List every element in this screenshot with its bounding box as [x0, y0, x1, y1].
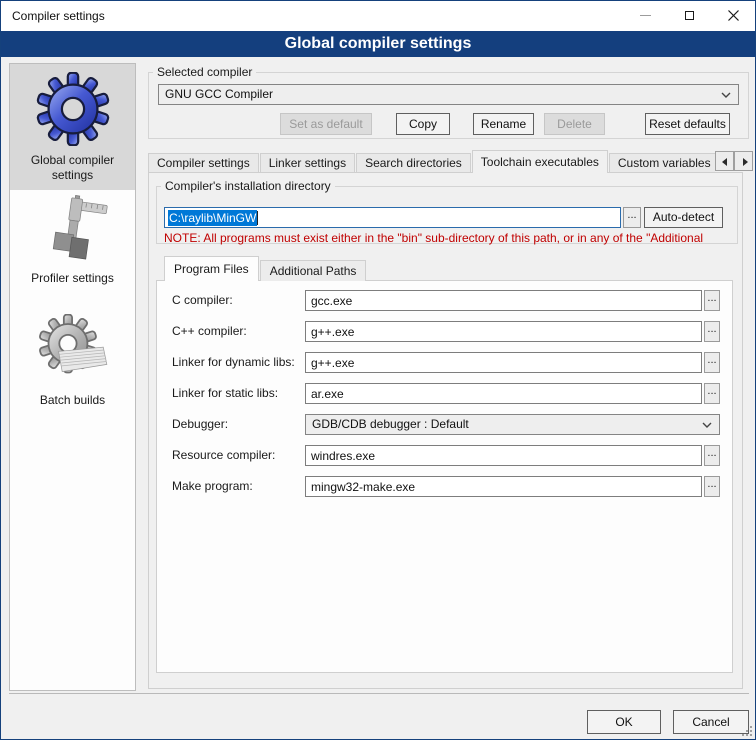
- sidebar-item-global-compiler-settings[interactable]: Global compiler settings: [10, 64, 135, 190]
- copy-button[interactable]: Copy: [396, 113, 450, 135]
- minimize-button[interactable]: [623, 1, 667, 30]
- cpp-compiler-input[interactable]: [305, 321, 702, 342]
- set-as-default-button[interactable]: Set as default: [280, 113, 372, 135]
- caliper-icon: [10, 190, 135, 269]
- c-compiler-browse-button[interactable]: ...: [704, 290, 720, 311]
- debugger-select-value: GDB/CDB debugger : Default: [312, 417, 469, 431]
- compiler-select[interactable]: GNU GCC Compiler: [158, 84, 739, 105]
- resource-compiler-input[interactable]: [305, 445, 702, 466]
- chevron-down-icon: [721, 92, 731, 98]
- sidebar-item-label: Profiler settings: [10, 269, 135, 292]
- tab-scroll-right-button[interactable]: [734, 151, 753, 171]
- installation-directory-label: Compiler's installation directory: [161, 179, 335, 193]
- close-icon: [728, 10, 739, 21]
- linker-dynamic-browse-button[interactable]: ...: [704, 352, 720, 373]
- tab-program-files[interactable]: Program Files: [164, 256, 259, 281]
- make-program-label: Make program:: [172, 476, 312, 497]
- resource-compiler-label: Resource compiler:: [172, 445, 312, 466]
- cpp-compiler-browse-button[interactable]: ...: [704, 321, 720, 342]
- program-files-panel: C compiler: ... C++ compiler: ... Linker…: [156, 280, 733, 673]
- debugger-select[interactable]: GDB/CDB debugger : Default: [305, 414, 720, 435]
- c-compiler-input[interactable]: [305, 290, 702, 311]
- arrow-left-icon: [722, 158, 727, 166]
- sidebar-item-label: Batch builds: [10, 391, 135, 414]
- tab-toolchain-executables[interactable]: Toolchain executables: [472, 150, 608, 173]
- tab-additional-paths[interactable]: Additional Paths: [260, 260, 367, 281]
- cancel-button[interactable]: Cancel: [673, 710, 749, 734]
- compiler-tabs: Compiler settings Linker settings Search…: [148, 150, 715, 173]
- ok-button[interactable]: OK: [587, 710, 661, 734]
- tab-compiler-settings[interactable]: Compiler settings: [148, 153, 259, 173]
- installation-path-value: C:\raylib\MinGW: [168, 210, 257, 226]
- tab-scroll-left-button[interactable]: [715, 151, 734, 171]
- installation-browse-button[interactable]: ...: [623, 207, 641, 228]
- settings-sidebar: Global compiler settings: [9, 63, 136, 691]
- cpp-compiler-label: C++ compiler:: [172, 321, 312, 342]
- page-title: Global compiler settings: [1, 31, 755, 57]
- compiler-settings-window: Compiler settings Global compiler settin…: [0, 0, 756, 740]
- footer-divider: [9, 693, 749, 694]
- c-compiler-label: C compiler:: [172, 290, 312, 311]
- rename-button[interactable]: Rename: [473, 113, 534, 135]
- blue-gear-icon: [10, 64, 135, 151]
- gear-paper-stack-icon: [10, 302, 135, 391]
- text-cursor: [257, 211, 258, 225]
- resource-compiler-browse-button[interactable]: ...: [704, 445, 720, 466]
- sidebar-item-batch-builds[interactable]: Batch builds: [10, 302, 135, 424]
- linker-static-input[interactable]: [305, 383, 702, 404]
- maximize-button[interactable]: [667, 1, 711, 30]
- linker-static-label: Linker for static libs:: [172, 383, 312, 404]
- arrow-right-icon: [743, 158, 748, 166]
- linker-dynamic-label: Linker for dynamic libs:: [172, 352, 312, 373]
- reset-defaults-button[interactable]: Reset defaults: [645, 113, 730, 135]
- make-program-browse-button[interactable]: ...: [704, 476, 720, 497]
- resize-grip[interactable]: [742, 726, 752, 736]
- tab-search-directories[interactable]: Search directories: [356, 153, 471, 173]
- close-button[interactable]: [711, 1, 755, 30]
- make-program-input[interactable]: [305, 476, 702, 497]
- tab-custom-variables[interactable]: Custom variables: [609, 153, 715, 173]
- sidebar-item-label: Global compiler settings: [10, 151, 135, 189]
- delete-button[interactable]: Delete: [544, 113, 605, 135]
- compiler-select-value: GNU GCC Compiler: [165, 87, 273, 101]
- auto-detect-button[interactable]: Auto-detect: [644, 207, 723, 228]
- program-tabs: Program Files Additional Paths: [164, 256, 367, 281]
- selected-compiler-label: Selected compiler: [153, 65, 256, 79]
- sidebar-item-profiler-settings[interactable]: Profiler settings: [10, 190, 135, 302]
- installation-path-input[interactable]: C:\raylib\MinGW: [164, 207, 621, 228]
- bin-subdirectory-note: NOTE: All programs must exist either in …: [164, 231, 737, 246]
- debugger-label: Debugger:: [172, 414, 312, 435]
- window-title: Compiler settings: [12, 1, 105, 31]
- minimize-icon: [640, 15, 651, 16]
- title-bar: Compiler settings: [1, 1, 755, 31]
- tab-linker-settings[interactable]: Linker settings: [260, 153, 355, 173]
- linker-static-browse-button[interactable]: ...: [704, 383, 720, 404]
- maximize-icon: [685, 11, 694, 20]
- linker-dynamic-input[interactable]: [305, 352, 702, 373]
- chevron-down-icon: [702, 422, 712, 428]
